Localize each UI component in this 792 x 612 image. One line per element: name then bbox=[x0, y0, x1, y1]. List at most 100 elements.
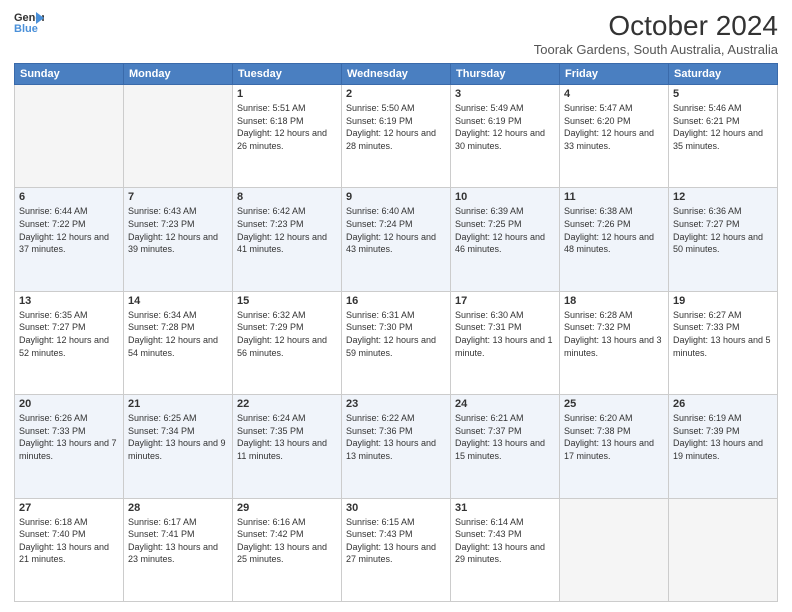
day-number: 4 bbox=[564, 88, 664, 100]
calendar-table: Sunday Monday Tuesday Wednesday Thursday… bbox=[14, 63, 778, 602]
table-row: 23 Sunrise: 6:22 AM Sunset: 7:36 PM Dayli… bbox=[342, 395, 451, 498]
day-number: 13 bbox=[19, 295, 119, 307]
day-info: Sunrise: 6:15 AM Sunset: 7:43 PM Dayligh… bbox=[346, 516, 446, 566]
day-number: 5 bbox=[673, 88, 773, 100]
col-monday: Monday bbox=[124, 64, 233, 85]
col-sunday: Sunday bbox=[15, 64, 124, 85]
table-row: 7Sunrise: 6:43 AM Sunset: 7:23 PM Daylig… bbox=[124, 188, 233, 291]
day-info: Sunrise: 5:47 AM Sunset: 6:20 PM Dayligh… bbox=[564, 102, 664, 152]
table-row: 15 Sunrise: 6:32 AM Sunset: 7:29 PM Dayli… bbox=[233, 291, 342, 394]
day-info: Sunrise: 6:40 AM Sunset: 7:24 PM Dayligh… bbox=[346, 205, 446, 255]
day-info: Sunrise: 6:30 AM Sunset: 7:31 PM Dayligh… bbox=[455, 309, 555, 359]
day-number: 27 bbox=[19, 502, 119, 514]
subtitle: Toorak Gardens, South Australia, Austral… bbox=[534, 42, 778, 57]
day-number: 16 bbox=[346, 295, 446, 307]
table-row: 26Sunrise: 6:19 AM Sunset: 7:39 PM Dayli… bbox=[669, 395, 778, 498]
day-info: Sunrise: 5:46 AM Sunset: 6:21 PM Dayligh… bbox=[673, 102, 773, 152]
day-number: 20 bbox=[19, 398, 119, 410]
table-row: 4 Sunrise: 5:47 AM Sunset: 6:20 PM Daylig… bbox=[560, 85, 669, 188]
table-row: 1 Sunrise: 5:51 AM Sunset: 6:18 PM Daylig… bbox=[233, 85, 342, 188]
table-row: 31 Sunrise: 6:14 AM Sunset: 7:43 PM Dayli… bbox=[451, 498, 560, 601]
day-info: Sunrise: 6:35 AM Sunset: 7:27 PM Dayligh… bbox=[19, 309, 119, 359]
day-info: Sunrise: 6:20 AM Sunset: 7:38 PM Dayligh… bbox=[564, 412, 664, 462]
table-row: 3 Sunrise: 5:49 AM Sunset: 6:19 PM Daylig… bbox=[451, 85, 560, 188]
day-number: 3 bbox=[455, 88, 555, 100]
day-info: Sunrise: 6:16 AM Sunset: 7:42 PM Dayligh… bbox=[237, 516, 337, 566]
day-number: 23 bbox=[346, 398, 446, 410]
table-row: 17 Sunrise: 6:30 AM Sunset: 7:31 PM Dayli… bbox=[451, 291, 560, 394]
table-row: 9 Sunrise: 6:40 AM Sunset: 7:24 PM Daylig… bbox=[342, 188, 451, 291]
table-row: 16 Sunrise: 6:31 AM Sunset: 7:30 PM Dayli… bbox=[342, 291, 451, 394]
table-row bbox=[15, 85, 124, 188]
col-wednesday: Wednesday bbox=[342, 64, 451, 85]
table-row: 10Sunrise: 6:39 AM Sunset: 7:25 PM Dayli… bbox=[451, 188, 560, 291]
day-info: Sunrise: 6:42 AM Sunset: 7:23 PM Dayligh… bbox=[237, 205, 337, 255]
table-row: 21 Sunrise: 6:25 AM Sunset: 7:34 PM Dayli… bbox=[124, 395, 233, 498]
day-info: Sunrise: 6:31 AM Sunset: 7:30 PM Dayligh… bbox=[346, 309, 446, 359]
table-row bbox=[560, 498, 669, 601]
table-row: 24Sunrise: 6:21 AM Sunset: 7:37 PM Dayli… bbox=[451, 395, 560, 498]
calendar-header-row: Sunday Monday Tuesday Wednesday Thursday… bbox=[15, 64, 778, 85]
table-row: 27 Sunrise: 6:18 AM Sunset: 7:40 PM Dayli… bbox=[15, 498, 124, 601]
day-info: Sunrise: 6:38 AM Sunset: 7:26 PM Dayligh… bbox=[564, 205, 664, 255]
day-number: 14 bbox=[128, 295, 228, 307]
logo-area: General Blue bbox=[14, 10, 44, 34]
col-friday: Friday bbox=[560, 64, 669, 85]
day-info: Sunrise: 6:39 AM Sunset: 7:25 PM Dayligh… bbox=[455, 205, 555, 255]
day-info: Sunrise: 6:22 AM Sunset: 7:36 PM Dayligh… bbox=[346, 412, 446, 462]
day-number: 29 bbox=[237, 502, 337, 514]
table-row: 13 Sunrise: 6:35 AM Sunset: 7:27 PM Dayli… bbox=[15, 291, 124, 394]
table-row: 2 Sunrise: 5:50 AM Sunset: 6:19 PM Daylig… bbox=[342, 85, 451, 188]
day-info: Sunrise: 5:50 AM Sunset: 6:19 PM Dayligh… bbox=[346, 102, 446, 152]
day-number: 11 bbox=[564, 191, 664, 203]
day-number: 22 bbox=[237, 398, 337, 410]
day-info: Sunrise: 6:14 AM Sunset: 7:43 PM Dayligh… bbox=[455, 516, 555, 566]
day-info: Sunrise: 6:24 AM Sunset: 7:35 PM Dayligh… bbox=[237, 412, 337, 462]
table-row: 6Sunrise: 6:44 AM Sunset: 7:22 PM Daylig… bbox=[15, 188, 124, 291]
table-row: 25Sunrise: 6:20 AM Sunset: 7:38 PM Dayli… bbox=[560, 395, 669, 498]
day-number: 21 bbox=[128, 398, 228, 410]
day-number: 7 bbox=[128, 191, 228, 203]
day-number: 28 bbox=[128, 502, 228, 514]
table-row: 29 Sunrise: 6:16 AM Sunset: 7:42 PM Dayli… bbox=[233, 498, 342, 601]
day-number: 1 bbox=[237, 88, 337, 100]
day-info: Sunrise: 6:44 AM Sunset: 7:22 PM Dayligh… bbox=[19, 205, 119, 255]
svg-text:Blue: Blue bbox=[14, 23, 38, 34]
day-number: 12 bbox=[673, 191, 773, 203]
day-number: 15 bbox=[237, 295, 337, 307]
day-info: Sunrise: 6:28 AM Sunset: 7:32 PM Dayligh… bbox=[564, 309, 664, 359]
calendar-week-row: 1 Sunrise: 5:51 AM Sunset: 6:18 PM Daylig… bbox=[15, 85, 778, 188]
table-row: 8 Sunrise: 6:42 AM Sunset: 7:23 PM Daylig… bbox=[233, 188, 342, 291]
table-row bbox=[669, 498, 778, 601]
title-area: October 2024 Toorak Gardens, South Austr… bbox=[534, 10, 778, 57]
day-info: Sunrise: 5:51 AM Sunset: 6:18 PM Dayligh… bbox=[237, 102, 337, 152]
day-number: 8 bbox=[237, 191, 337, 203]
page: General Blue October 2024 Toorak Gardens… bbox=[0, 0, 792, 612]
table-row: 14 Sunrise: 6:34 AM Sunset: 7:28 PM Dayli… bbox=[124, 291, 233, 394]
day-info: Sunrise: 6:18 AM Sunset: 7:40 PM Dayligh… bbox=[19, 516, 119, 566]
table-row: 30 Sunrise: 6:15 AM Sunset: 7:43 PM Dayli… bbox=[342, 498, 451, 601]
day-number: 26 bbox=[673, 398, 773, 410]
day-number: 19 bbox=[673, 295, 773, 307]
day-number: 9 bbox=[346, 191, 446, 203]
day-number: 17 bbox=[455, 295, 555, 307]
day-info: Sunrise: 6:34 AM Sunset: 7:28 PM Dayligh… bbox=[128, 309, 228, 359]
table-row: 28 Sunrise: 6:17 AM Sunset: 7:41 PM Dayli… bbox=[124, 498, 233, 601]
table-row: 20Sunrise: 6:26 AM Sunset: 7:33 PM Dayli… bbox=[15, 395, 124, 498]
calendar-week-row: 13 Sunrise: 6:35 AM Sunset: 7:27 PM Dayli… bbox=[15, 291, 778, 394]
day-number: 2 bbox=[346, 88, 446, 100]
day-info: Sunrise: 6:27 AM Sunset: 7:33 PM Dayligh… bbox=[673, 309, 773, 359]
day-number: 31 bbox=[455, 502, 555, 514]
day-info: Sunrise: 6:32 AM Sunset: 7:29 PM Dayligh… bbox=[237, 309, 337, 359]
day-info: Sunrise: 5:49 AM Sunset: 6:19 PM Dayligh… bbox=[455, 102, 555, 152]
day-number: 30 bbox=[346, 502, 446, 514]
day-info: Sunrise: 6:36 AM Sunset: 7:27 PM Dayligh… bbox=[673, 205, 773, 255]
day-info: Sunrise: 6:17 AM Sunset: 7:41 PM Dayligh… bbox=[128, 516, 228, 566]
day-info: Sunrise: 6:25 AM Sunset: 7:34 PM Dayligh… bbox=[128, 412, 228, 462]
month-title: October 2024 bbox=[534, 10, 778, 42]
table-row: 19 Sunrise: 6:27 AM Sunset: 7:33 PM Dayli… bbox=[669, 291, 778, 394]
col-tuesday: Tuesday bbox=[233, 64, 342, 85]
calendar-week-row: 6Sunrise: 6:44 AM Sunset: 7:22 PM Daylig… bbox=[15, 188, 778, 291]
day-number: 24 bbox=[455, 398, 555, 410]
calendar-week-row: 27 Sunrise: 6:18 AM Sunset: 7:40 PM Dayli… bbox=[15, 498, 778, 601]
